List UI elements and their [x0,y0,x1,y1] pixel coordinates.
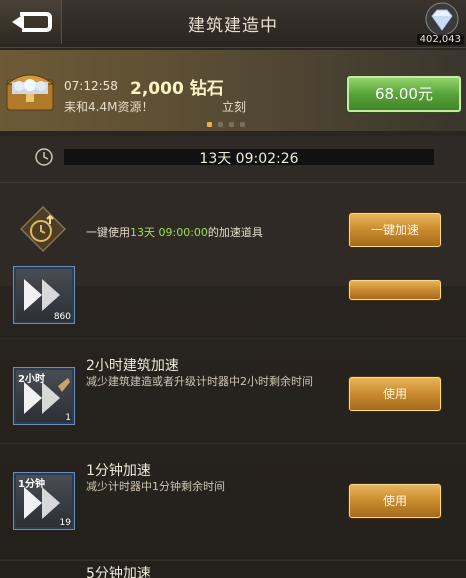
offer-description: 耒和4.4M资源！ [64,100,154,114]
item-icon: 860 [13,266,75,324]
carousel-dot[interactable] [207,122,212,127]
speedup-timer-icon [20,206,66,252]
remaining-time: 13天 09:02:26 [199,151,299,167]
use-button[interactable]: 使用 [349,484,441,518]
diamond-icon [425,2,459,36]
carousel-dot[interactable] [229,122,234,127]
use-button[interactable]: 使用 [349,377,441,411]
item-quantity: 1 [65,413,71,423]
divider [0,336,466,339]
speedup-description: 一键使用13天 09:00:00的加速道具 [86,226,263,239]
buy-offer-button[interactable]: 68.00元 [347,76,461,112]
clock-icon [35,148,53,166]
top-bar: 建筑建造中 402,043 [0,0,466,48]
use-button[interactable] [349,280,441,300]
speedup-screen: 建筑建造中 402,043 07:12:58 2,000 钻石 耒和4.4M资源… [0,0,466,578]
divider [0,182,466,183]
divider [0,441,466,444]
item-badge: 1分钟 [18,479,45,490]
offer-now-label: 立刻 [222,100,247,114]
item-title: 1分钟加速 [86,463,151,479]
treasure-chest-icon [5,74,55,111]
item-quantity: 860 [53,312,71,322]
gem-count: 402,043 [416,34,464,45]
item-icon: 2小时 1 [13,367,75,425]
item-quantity: 19 [59,518,71,528]
page-title: 建筑建造中 [188,16,278,36]
item-badge: 2小时 [18,374,45,385]
item-title: 2小时建筑加速 [86,358,179,374]
one-click-speedup-button[interactable]: 一键加速 [349,213,441,247]
carousel-dots [207,122,245,127]
offer-timer: 07:12:58 [64,79,118,93]
speedup-item-list: 860 2小时 1 2小时建筑加速 减少建筑建造或者升级计时器中2小时剩余时间 … [0,266,466,578]
item-icon: 1分钟 19 [13,472,75,530]
item-description: 减少建筑建造或者升级计时器中2小时剩余时间 [86,375,313,388]
speedup-time-highlight: 13天 09:00:00 [130,226,208,239]
divider [0,558,466,561]
carousel-dot[interactable] [240,122,245,127]
item-title: 5分钟加速 [86,566,151,578]
carousel-dot[interactable] [218,122,223,127]
offer-amount: 2,000 钻石 [130,79,224,99]
item-description: 减少计时器中1分钟剩余时间 [86,480,225,493]
gem-balance[interactable]: 402,043 [414,0,466,48]
